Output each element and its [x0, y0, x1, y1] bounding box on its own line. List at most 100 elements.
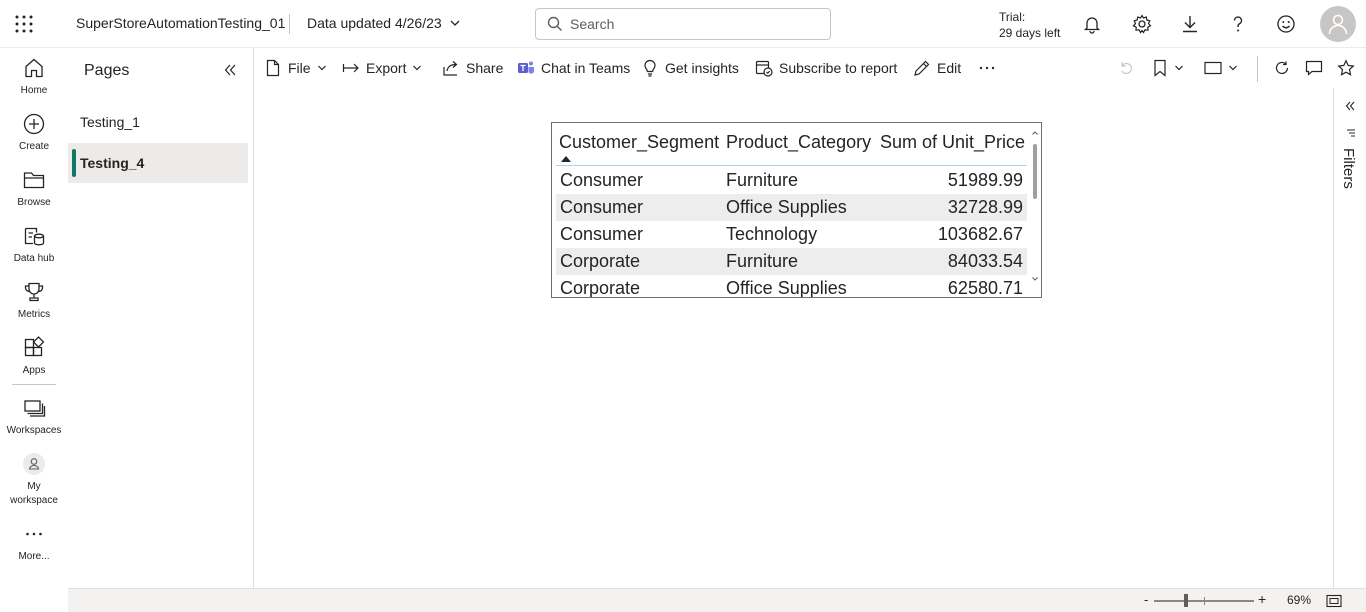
view-menu-button[interactable]	[1204, 58, 1238, 78]
search-box[interactable]	[535, 8, 831, 40]
cell-segment: Consumer	[560, 197, 644, 217]
more-options-icon[interactable]	[978, 58, 996, 78]
table-vertical-scrollbar[interactable]	[1030, 129, 1040, 294]
nav-metrics-label: Metrics	[17, 309, 51, 320]
nav-more[interactable]: More...	[0, 522, 68, 564]
workspaces-icon	[22, 396, 46, 420]
search-input[interactable]	[570, 16, 810, 32]
table-visual[interactable]: Customer_Segment Product_Category Sum of…	[551, 122, 1042, 298]
export-arrow-icon	[342, 59, 360, 77]
expand-filters-icon[interactable]	[1344, 100, 1356, 112]
data-updated-dropdown[interactable]: Data updated 4/26/23	[307, 15, 460, 31]
fit-to-page-icon[interactable]	[1326, 594, 1342, 608]
app-launcher-icon[interactable]	[14, 14, 34, 34]
left-navigation: Home Create Browse Data hub Metrics Apps…	[0, 48, 68, 612]
nav-workspaces[interactable]: Workspaces	[0, 396, 68, 438]
scroll-down-icon[interactable]	[1030, 275, 1040, 283]
home-icon	[22, 56, 46, 80]
get-insights-button[interactable]: Get insights	[641, 58, 739, 78]
chat-in-teams-label: Chat in Teams	[541, 60, 631, 76]
edit-button[interactable]: Edit	[913, 58, 961, 78]
column-header-customer-segment[interactable]: Customer_Segment	[559, 132, 719, 153]
pencil-icon	[913, 59, 931, 77]
sort-ascending-icon[interactable]	[561, 156, 571, 162]
data-hub-icon	[22, 224, 46, 248]
subscribe-icon	[755, 59, 773, 77]
cell-unit-price: 103682.67	[937, 224, 1023, 244]
chevron-down-icon	[1174, 63, 1184, 73]
table-row[interactable]: Consumer Furniture 51989.99	[556, 167, 1027, 194]
search-icon	[547, 16, 563, 32]
zoom-in-button[interactable]: +	[1258, 591, 1266, 607]
cell-segment: Corporate	[560, 278, 641, 298]
pages-title: Pages	[84, 62, 130, 79]
share-button[interactable]: Share	[442, 58, 503, 78]
filters-label[interactable]: Filters	[1340, 148, 1357, 189]
help-icon[interactable]	[1226, 12, 1250, 36]
trial-status[interactable]: Trial: 29 days left	[999, 9, 1060, 41]
subscribe-label: Subscribe to report	[779, 60, 898, 76]
zoom-slider-thumb[interactable]	[1184, 594, 1188, 607]
actionbar-divider	[1257, 56, 1258, 82]
notifications-icon[interactable]	[1080, 12, 1104, 36]
chevron-down-icon	[412, 63, 422, 73]
scrollbar-thumb[interactable]	[1033, 144, 1037, 199]
zoom-out-button[interactable]: -	[1144, 592, 1148, 607]
subscribe-to-report-button[interactable]: Subscribe to report	[755, 58, 897, 78]
user-avatar[interactable]	[1320, 6, 1356, 42]
cell-unit-price: 84033.54	[947, 251, 1023, 271]
page-tab-testing-1[interactable]: Testing_1	[68, 102, 248, 142]
download-icon[interactable]	[1178, 12, 1202, 36]
chevron-down-icon	[317, 63, 327, 73]
nav-metrics[interactable]: Metrics	[0, 280, 68, 322]
undo-icon[interactable]	[1118, 58, 1134, 78]
nav-divider	[12, 384, 56, 385]
nav-data-hub[interactable]: Data hub	[0, 224, 68, 266]
more-icon	[22, 522, 46, 546]
browse-icon	[22, 168, 46, 192]
column-header-sum-of-unit-price[interactable]: Sum of Unit_Price	[880, 132, 1025, 153]
export-menu-button[interactable]: Export	[342, 58, 422, 78]
nav-apps-label: Apps	[22, 365, 46, 376]
comment-icon[interactable]	[1305, 58, 1323, 78]
file-menu-button[interactable]: File	[264, 58, 327, 78]
table-row[interactable]: Consumer Office Supplies 32728.99	[556, 194, 1027, 221]
column-header-product-category[interactable]: Product_Category	[726, 132, 871, 153]
nav-create[interactable]: Create	[0, 112, 68, 154]
nav-my-workspace[interactable]: My workspace	[0, 452, 68, 508]
create-icon	[22, 112, 46, 136]
feedback-smiley-icon[interactable]	[1274, 12, 1298, 36]
cell-unit-price: 62580.71	[947, 278, 1023, 298]
cell-unit-price: 51989.99	[947, 170, 1023, 190]
filters-pane[interactable]: Filters	[1333, 88, 1366, 588]
nav-home-label: Home	[20, 85, 48, 96]
nav-apps[interactable]: Apps	[0, 336, 68, 378]
table-row[interactable]: Corporate Furniture 84033.54	[556, 248, 1027, 275]
cell-category: Furniture	[726, 251, 799, 271]
nav-browse[interactable]: Browse	[0, 168, 68, 210]
report-title[interactable]: SuperStoreAutomationTesting_01	[76, 15, 285, 31]
my-workspace-icon	[22, 452, 46, 476]
scroll-up-icon[interactable]	[1030, 129, 1040, 137]
lightbulb-icon	[641, 59, 659, 77]
page-tab-testing-4[interactable]: Testing_4	[68, 143, 248, 183]
page-tab-label: Testing_1	[80, 114, 140, 130]
status-bar: - + 69%	[68, 588, 1366, 612]
chat-in-teams-button[interactable]: Chat in Teams	[517, 58, 630, 78]
trial-label: Trial:	[999, 10, 1026, 24]
table-row[interactable]: Consumer Technology 103682.67	[556, 221, 1027, 248]
nav-home[interactable]: Home	[0, 56, 68, 98]
view-frame-icon	[1204, 60, 1222, 76]
share-label: Share	[466, 60, 504, 76]
data-updated-label: Data updated 4/26/23	[307, 15, 442, 31]
collapse-pages-icon[interactable]	[220, 60, 240, 80]
settings-icon[interactable]	[1130, 12, 1154, 36]
refresh-icon[interactable]	[1274, 58, 1290, 78]
nav-my-workspace-label-line2: workspace	[10, 495, 58, 506]
file-icon	[264, 59, 282, 77]
bookmark-menu-button[interactable]	[1152, 58, 1184, 78]
zoom-level[interactable]: 69%	[1287, 593, 1311, 607]
table-row[interactable]: Corporate Office Supplies 62580.71	[556, 275, 1027, 298]
cell-segment: Consumer	[560, 224, 644, 244]
favorite-star-icon[interactable]	[1337, 58, 1355, 78]
